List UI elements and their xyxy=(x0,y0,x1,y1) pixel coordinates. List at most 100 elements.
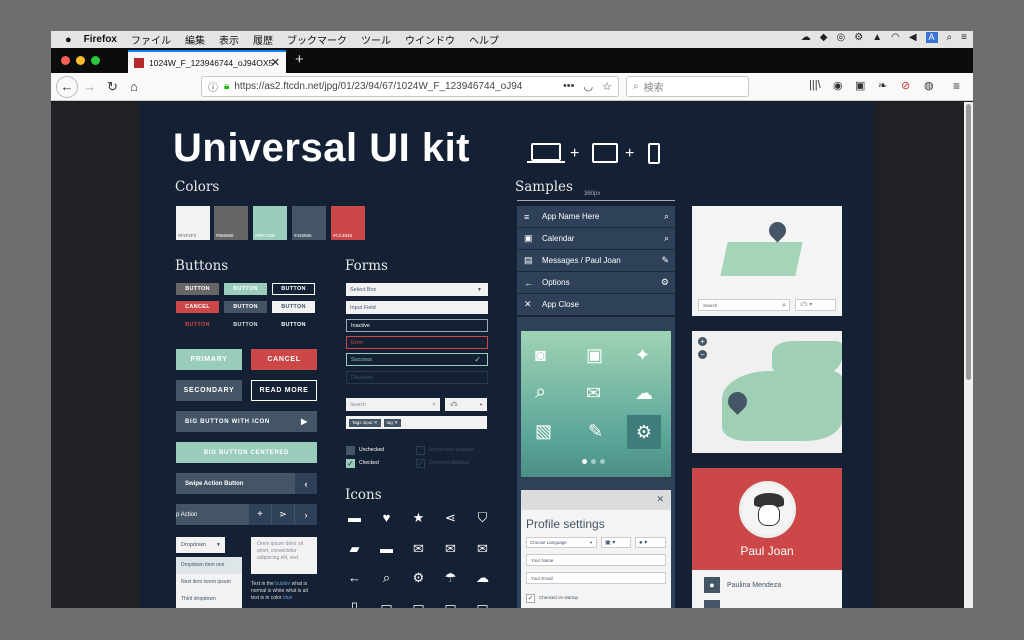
language-select[interactable]: Choose Language ▼ xyxy=(526,537,597,548)
nav-item-calendar[interactable]: ▣ Calendar ⌕ xyxy=(517,228,675,250)
map-search-field[interactable]: Search ⌕ xyxy=(698,299,790,311)
notification-center-icon[interactable]: ≡ xyxy=(961,32,967,43)
startup-checkbox[interactable]: ✓ xyxy=(526,594,535,603)
nav-item-app-name[interactable]: ≡ App Name Here ⌕ xyxy=(517,206,675,228)
spotlight-icon[interactable]: ⌕ xyxy=(947,32,953,43)
menu-file[interactable]: ファイル xyxy=(131,32,171,47)
forward-button[interactable]: → xyxy=(83,79,96,94)
tag-chip[interactable]: Tags input ✕ xyxy=(349,418,381,427)
new-tab-button[interactable]: + xyxy=(295,51,304,68)
small-button-gray[interactable]: BUTTON xyxy=(176,283,219,295)
scrollbar-thumb[interactable] xyxy=(966,104,971,380)
settings-tile[interactable]: ⚙ xyxy=(627,415,661,449)
small-button-mint[interactable]: BUTTON xyxy=(224,283,267,295)
menu-history[interactable]: 履歴 xyxy=(253,32,273,47)
account-icon[interactable]: ◍ xyxy=(924,79,934,92)
user-select[interactable]: ● ▾ xyxy=(635,537,666,548)
calendar-select[interactable]: ▣ ▾ xyxy=(601,537,631,548)
pager-dots[interactable] xyxy=(582,459,605,464)
zoom-in-button[interactable]: + xyxy=(698,337,707,346)
menu-help[interactable]: ヘルプ xyxy=(469,32,499,47)
brush-icon[interactable]: ✎ xyxy=(588,421,603,442)
small-text-button-light[interactable]: BUTTON xyxy=(224,319,267,331)
search-box[interactable]: ⌕ 検索 xyxy=(626,76,749,97)
apple-icon[interactable]: ● xyxy=(65,34,72,46)
name-field[interactable]: Your Name xyxy=(526,554,666,566)
secondary-button[interactable]: SECONDARY xyxy=(176,380,242,401)
cancel-button[interactable]: CANCEL xyxy=(251,349,317,370)
upload-icon[interactable]: ▲ xyxy=(872,32,882,43)
pencil-icon[interactable]: ✎ xyxy=(661,255,669,266)
minimize-window-button[interactable] xyxy=(76,56,85,65)
map-icon[interactable]: ▧ xyxy=(535,421,552,442)
search-icon[interactable]: ⌕ xyxy=(664,211,669,222)
read-more-button[interactable]: READ MORE xyxy=(251,380,317,401)
checkbox-checked[interactable]: ✓ xyxy=(346,459,355,468)
map-car-select[interactable]: 🚗︎ ▾ xyxy=(795,299,836,311)
page-actions-icon[interactable]: ••• xyxy=(563,80,575,93)
address-bar[interactable]: ⓘ 🔒︎ https://as2.ftcdn.net/jpg/01/23/94/… xyxy=(201,76,619,97)
menu-app-name[interactable]: Firefox xyxy=(84,34,117,45)
info-icon[interactable]: ⓘ xyxy=(208,79,218,94)
nav-item-options[interactable]: ← Options ⚙ xyxy=(517,272,675,294)
search-field[interactable]: Search ⌕ xyxy=(346,398,440,411)
search-icon[interactable]: ⌕ xyxy=(664,233,669,244)
nav-item-app-close[interactable]: ✕ App Close xyxy=(517,294,675,316)
big-button-with-icon[interactable]: BIG BUTTON WITH ICON ▶ xyxy=(176,411,317,432)
tab-active[interactable]: 1024W_F_123946744_oJ94OX5 ✕ xyxy=(128,50,286,73)
big-button-centered[interactable]: BIG BUTTON CENTERED xyxy=(176,442,317,463)
menu-window[interactable]: ウインドウ xyxy=(405,32,455,47)
extension-icon[interactable]: ◉ xyxy=(833,79,843,92)
error-field[interactable]: Error xyxy=(346,336,488,349)
close-icon[interactable]: ✕ xyxy=(656,494,664,505)
home-button[interactable]: ⌂ xyxy=(130,79,138,94)
small-button-slate[interactable]: BUTTON xyxy=(224,301,267,313)
text-sample-link[interactable]: bubble xyxy=(275,581,290,587)
close-tab-icon[interactable]: ✕ xyxy=(271,56,280,69)
zoom-window-button[interactable] xyxy=(91,56,100,65)
search-icon[interactable]: ⌕ xyxy=(535,381,546,404)
menu-view[interactable]: 表示 xyxy=(219,32,239,47)
input-field[interactable]: Input Field xyxy=(346,301,488,314)
volume-icon[interactable]: ◀ xyxy=(909,32,917,43)
gamepad-icon[interactable]: ✦ xyxy=(635,345,650,366)
small-button-outline[interactable]: BUTTON xyxy=(272,283,315,295)
email-field[interactable]: Your Email xyxy=(526,572,666,584)
car-select[interactable]: 🚗︎ ▼ xyxy=(445,398,487,411)
swipe-action-button[interactable]: Swipe Action Button ‹ xyxy=(176,473,317,494)
contact-list-item[interactable]: ● Paulina Mendeza xyxy=(692,574,842,596)
tags-input[interactable]: Tags input ✕ tag ✕ xyxy=(346,416,487,429)
film-icon[interactable]: ▣ xyxy=(586,345,603,366)
bookmark-star-icon[interactable]: ☆ xyxy=(602,80,612,93)
wifi-icon[interactable]: ◠ xyxy=(891,32,900,43)
extension-2-icon[interactable]: ❧ xyxy=(878,79,887,92)
mail-icon[interactable]: ✉ xyxy=(586,383,601,404)
swipe-action-revealed[interactable]: p Action + ⋗ › xyxy=(176,504,317,525)
success-field[interactable]: Success ✓ xyxy=(346,353,488,366)
dropbox-icon[interactable]: ◆ xyxy=(820,32,828,43)
avatar[interactable] xyxy=(739,481,796,538)
status-icon[interactable]: ⚙ xyxy=(854,32,863,43)
dropdown-item[interactable]: Third dropdown xyxy=(176,591,242,608)
tag-chip[interactable]: tag ✕ xyxy=(383,418,401,427)
sidebar-icon[interactable]: ▣ xyxy=(855,79,865,92)
small-text-button-bold[interactable]: BUTTON xyxy=(272,319,315,331)
checkbox-unchecked[interactable] xyxy=(346,446,355,455)
page-scrollbar[interactable] xyxy=(964,102,973,608)
small-text-button-red[interactable]: BUTTON xyxy=(176,319,219,331)
plus-action-icon[interactable]: + xyxy=(249,504,271,525)
zoom-out-button[interactable]: − xyxy=(698,350,707,359)
close-window-button[interactable] xyxy=(61,56,70,65)
nav-item-messages[interactable]: ▤ Messages / Paul Joan ✎ xyxy=(517,250,675,272)
camera-icon[interactable]: ◙ xyxy=(535,345,546,366)
back-button[interactable]: ← xyxy=(56,76,78,98)
creative-cloud-icon[interactable]: ◎ xyxy=(836,32,845,43)
url-text[interactable]: https://as2.ftcdn.net/jpg/01/23/94/67/10… xyxy=(234,81,524,92)
menu-icon[interactable]: ≡ xyxy=(953,79,960,93)
menu-edit[interactable]: 編集 xyxy=(185,32,205,47)
inactive-field[interactable]: Inactive xyxy=(346,319,488,332)
extension-3-icon[interactable]: ⊘ xyxy=(901,79,910,92)
input-source-badge[interactable]: A xyxy=(925,32,938,43)
cloud-upload-icon[interactable]: ☁ xyxy=(635,383,653,404)
select-box[interactable]: Select Box ▼ xyxy=(346,283,488,296)
